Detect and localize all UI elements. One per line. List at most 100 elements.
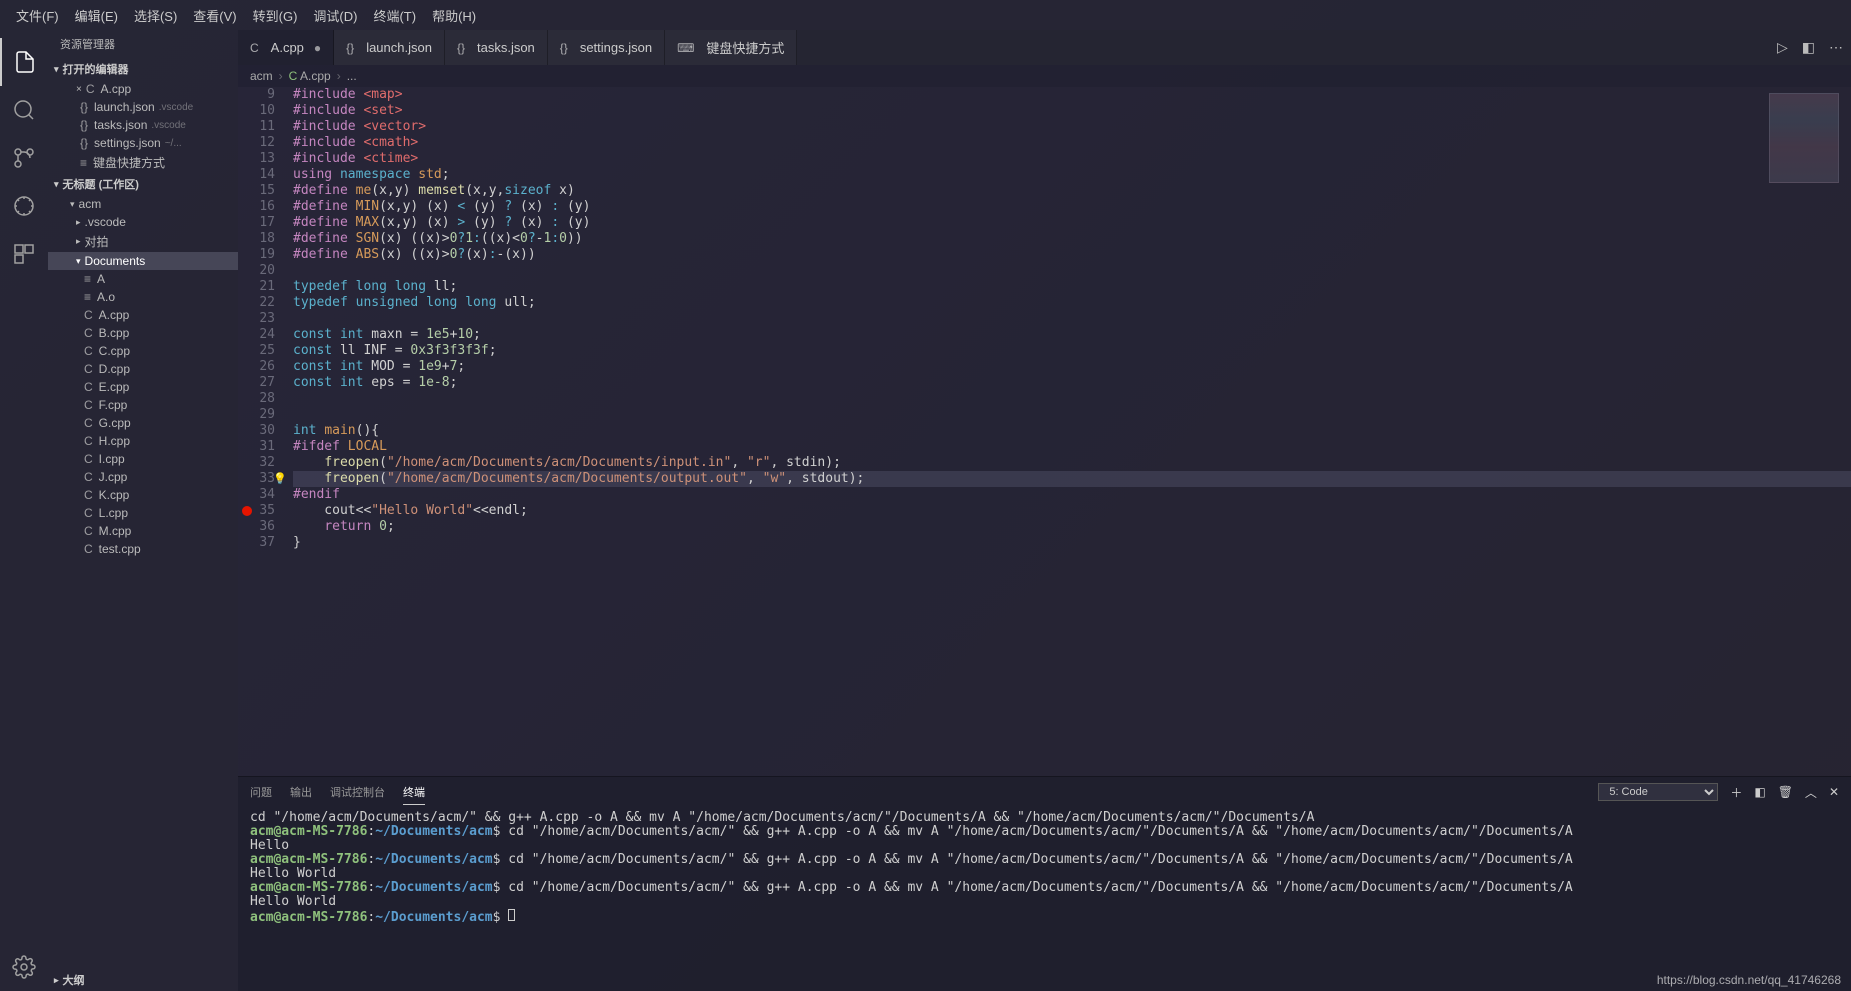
editor-tab[interactable]: {}settings.json: [548, 30, 665, 65]
code-line[interactable]: #define ABS(x) ((x)>0?(x):-(x)): [293, 247, 1851, 263]
open-editor-item[interactable]: {}launch.json.vscode: [48, 98, 238, 116]
code-line[interactable]: freopen("/home/acm/Documents/acm/Documen…: [293, 455, 1851, 471]
line-number[interactable]: 25: [238, 343, 275, 359]
code-line[interactable]: #include <map>: [293, 87, 1851, 103]
line-number[interactable]: 26: [238, 359, 275, 375]
line-number[interactable]: 19: [238, 247, 275, 263]
extensions-icon[interactable]: [0, 230, 48, 278]
line-number[interactable]: 16: [238, 199, 275, 215]
new-terminal-icon[interactable]: ＋: [1730, 784, 1742, 801]
file-item[interactable]: CJ.cpp: [48, 468, 238, 486]
folder-item[interactable]: ▾Documents: [48, 252, 238, 270]
menu-item[interactable]: 终端(T): [365, 2, 424, 29]
code-line[interactable]: #define SGN(x) ((x)>0?1:((x)<0?-1:0)): [293, 231, 1851, 247]
line-number[interactable]: 13: [238, 151, 275, 167]
code-line[interactable]: #define MIN(x,y) (x) < (y) ? (x) : (y): [293, 199, 1851, 215]
outline-header[interactable]: ▸ 大纲: [48, 969, 238, 991]
line-number[interactable]: 12: [238, 135, 275, 151]
code-line[interactable]: [293, 311, 1851, 327]
code-line[interactable]: using namespace std;: [293, 167, 1851, 183]
code-line[interactable]: const int maxn = 1e5+10;: [293, 327, 1851, 343]
split-terminal-icon[interactable]: ◧: [1754, 785, 1765, 799]
code-line[interactable]: cout<<"Hello World"<<endl;: [293, 503, 1851, 519]
code-line[interactable]: #include <set>: [293, 103, 1851, 119]
line-number[interactable]: 10: [238, 103, 275, 119]
line-number[interactable]: 28: [238, 391, 275, 407]
breadcrumb-segment[interactable]: C A.cpp: [289, 69, 331, 83]
line-number[interactable]: 34: [238, 487, 275, 503]
terminal-select[interactable]: 5: Code: [1598, 783, 1718, 801]
code-line[interactable]: [293, 391, 1851, 407]
menu-item[interactable]: 文件(F): [8, 2, 67, 29]
open-editor-item[interactable]: ≡键盘快捷方式: [48, 152, 238, 173]
line-number[interactable]: 35: [238, 503, 275, 519]
folder-item[interactable]: ▸.vscode: [48, 213, 238, 231]
file-item[interactable]: CF.cpp: [48, 396, 238, 414]
menu-item[interactable]: 转到(G): [245, 2, 306, 29]
code-line[interactable]: #include <vector>: [293, 119, 1851, 135]
code-line[interactable]: #define MAX(x,y) (x) > (y) ? (x) : (y): [293, 215, 1851, 231]
line-number[interactable]: 30: [238, 423, 275, 439]
file-item[interactable]: CK.cpp: [48, 486, 238, 504]
panel-tab[interactable]: 输出: [290, 780, 312, 804]
line-number[interactable]: 18: [238, 231, 275, 247]
open-editor-item[interactable]: {}tasks.json.vscode: [48, 116, 238, 134]
file-item[interactable]: CM.cpp: [48, 522, 238, 540]
breadcrumb[interactable]: acm›C A.cpp›...: [238, 65, 1851, 87]
file-item[interactable]: CC.cpp: [48, 342, 238, 360]
menu-item[interactable]: 选择(S): [126, 2, 185, 29]
line-number[interactable]: 33💡: [238, 471, 275, 487]
editor-tab[interactable]: ⌨键盘快捷方式: [665, 30, 797, 65]
minimap[interactable]: [1769, 93, 1839, 183]
file-item[interactable]: CD.cpp: [48, 360, 238, 378]
lightbulb-icon[interactable]: 💡: [273, 471, 287, 487]
breakpoint-icon[interactable]: [242, 506, 252, 516]
code-line[interactable]: [293, 407, 1851, 423]
explorer-icon[interactable]: [0, 38, 48, 86]
trash-icon[interactable]: 🗑: [1778, 785, 1793, 799]
close-icon[interactable]: ×: [76, 84, 82, 95]
file-item[interactable]: CB.cpp: [48, 324, 238, 342]
source-control-icon[interactable]: [0, 134, 48, 182]
code-line[interactable]: typedef unsigned long long ull;: [293, 295, 1851, 311]
line-number[interactable]: 32: [238, 455, 275, 471]
code-line[interactable]: const ll INF = 0x3f3f3f3f;: [293, 343, 1851, 359]
open-editors-header[interactable]: ▾ 打开的编辑器: [48, 58, 238, 80]
workspace-header[interactable]: ▾ 无标题 (工作区): [48, 173, 238, 195]
code-line[interactable]: }: [293, 535, 1851, 551]
file-item[interactable]: CL.cpp: [48, 504, 238, 522]
run-icon[interactable]: ▷: [1777, 39, 1788, 56]
menu-item[interactable]: 编辑(E): [67, 2, 126, 29]
line-number[interactable]: 24: [238, 327, 275, 343]
file-item[interactable]: CA.cpp: [48, 306, 238, 324]
panel-tab[interactable]: 问题: [250, 780, 272, 804]
open-editor-item[interactable]: {}settings.json~/...: [48, 134, 238, 152]
debug-icon[interactable]: [0, 182, 48, 230]
line-number[interactable]: 23: [238, 311, 275, 327]
line-number[interactable]: 27: [238, 375, 275, 391]
file-item[interactable]: CI.cpp: [48, 450, 238, 468]
close-icon[interactable]: ●: [314, 41, 321, 55]
line-number[interactable]: 36: [238, 519, 275, 535]
line-number[interactable]: 14: [238, 167, 275, 183]
code-line[interactable]: const int eps = 1e-8;: [293, 375, 1851, 391]
chevron-up-icon[interactable]: ︿: [1805, 784, 1817, 801]
panel-tab[interactable]: 终端: [403, 780, 425, 805]
line-number[interactable]: 11: [238, 119, 275, 135]
code-line[interactable]: #endif: [293, 487, 1851, 503]
code-line[interactable]: freopen("/home/acm/Documents/acm/Documen…: [293, 471, 1851, 487]
code-line[interactable]: return 0;: [293, 519, 1851, 535]
code-line[interactable]: #include <cmath>: [293, 135, 1851, 151]
menu-item[interactable]: 调试(D): [305, 2, 365, 29]
code-line[interactable]: const int MOD = 1e9+7;: [293, 359, 1851, 375]
line-number[interactable]: 20: [238, 263, 275, 279]
open-editor-item[interactable]: ×CA.cpp: [48, 80, 238, 98]
menu-item[interactable]: 帮助(H): [424, 2, 484, 29]
split-editor-icon[interactable]: ◧: [1802, 39, 1815, 56]
close-panel-icon[interactable]: ✕: [1829, 785, 1839, 799]
code-editor[interactable]: 9101112131415161718192021222324252627282…: [238, 87, 1851, 776]
folder-item[interactable]: ▾acm: [48, 195, 238, 213]
line-number[interactable]: 9: [238, 87, 275, 103]
file-item[interactable]: ≡A: [48, 270, 238, 288]
file-item[interactable]: CH.cpp: [48, 432, 238, 450]
